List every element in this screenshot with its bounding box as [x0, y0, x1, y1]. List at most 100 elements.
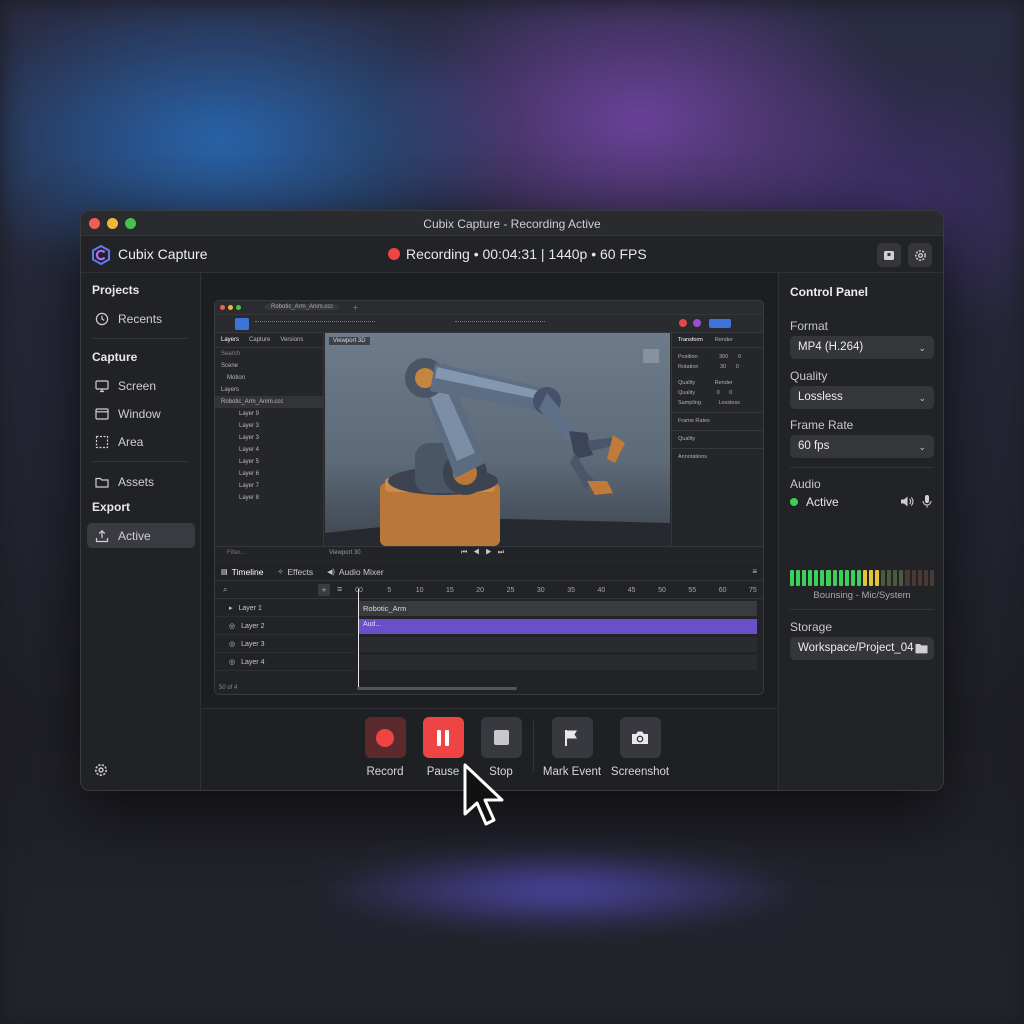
chevron-down-icon: ⌄ — [918, 393, 926, 403]
preview-prop-value: 0 — [737, 354, 741, 360]
screenshot-button[interactable] — [619, 717, 661, 758]
frame-rate-value: 60 fps — [798, 440, 830, 452]
stop-button[interactable] — [480, 717, 522, 758]
preview-new-tab-icon: + — [353, 303, 358, 312]
divider — [92, 461, 188, 462]
frame-rate-select[interactable]: 60 fps ⌄ — [790, 435, 934, 458]
quality-value: Lossless — [798, 391, 843, 403]
sidebar-item-recents[interactable]: Recents — [87, 306, 195, 331]
film-icon: ▤ — [221, 568, 228, 576]
preview-tree-item: Layer 4 — [239, 447, 260, 453]
title-bar: Cubix Capture - Recording Active — [81, 211, 943, 236]
expand-arrow-icon: ▸ — [229, 605, 233, 612]
sidebar-item-assets[interactable]: Assets — [87, 469, 195, 494]
meter-segment — [929, 570, 934, 586]
preview-filter: Filter... — [227, 550, 246, 556]
meter-segment — [862, 570, 868, 586]
preview-search: Search — [221, 351, 241, 357]
sidebar-item-screen[interactable]: Screen — [87, 373, 195, 398]
clock-icon — [95, 312, 109, 325]
meter-segment — [844, 570, 849, 586]
microphone-icon[interactable] — [922, 494, 932, 508]
pause-button[interactable] — [422, 717, 464, 758]
preview-layers-tabs: Layers Capture Versions — [215, 333, 323, 348]
ruler-tick-label: 35 — [567, 587, 575, 594]
save-snapshot-button[interactable] — [877, 243, 901, 267]
tab-label: Effects — [287, 566, 314, 577]
recording-status-text: Recording • 00:04:31 | 1440p • 60 FPS — [406, 246, 647, 262]
audio-level-meter — [790, 570, 934, 586]
preview-properties-panel: Transform Render Position 300 0 Rotation… — [671, 333, 763, 546]
package-icon — [884, 251, 894, 260]
flag-icon — [565, 729, 577, 746]
sidebar-item-window[interactable]: Window — [87, 401, 195, 426]
preview-tree-item: Layer 7 — [239, 483, 260, 489]
audio-active-dot-icon — [790, 498, 798, 506]
meter-segment — [796, 570, 801, 586]
pause-label: Pause — [426, 766, 460, 778]
format-select[interactable]: MP4 (H.264) ⌄ — [790, 336, 934, 359]
ruler-tick-label: 60 — [718, 587, 727, 594]
preview-record-dot — [679, 319, 687, 327]
preview-prop-value: 30 — [720, 364, 727, 370]
quality-select[interactable]: Lossless ⌄ — [790, 386, 934, 409]
divider — [790, 609, 934, 610]
preview-playback-controls-icon: ⏮◀▶⏭ — [461, 549, 511, 556]
capture-heading: Capture — [92, 350, 138, 364]
meter-segment — [802, 570, 807, 586]
ruler-tick-label: 75 — [748, 587, 757, 594]
screenshot-control[interactable]: Screenshot — [610, 717, 670, 778]
speaker-icon[interactable] — [900, 495, 914, 508]
ruler-tick-label: 50 — [658, 587, 666, 594]
sidebar-item-area[interactable]: Area — [87, 429, 195, 454]
recording-status: Recording • 00:04:31 | 1440p • 60 FPS — [388, 246, 647, 262]
divider — [92, 338, 188, 339]
record-button[interactable] — [364, 717, 406, 758]
pause-icon — [437, 729, 449, 746]
preview-tree-item: Layer 6 — [239, 471, 260, 477]
preview-property-row: Position 300 0 — [678, 352, 759, 362]
preview-viewport-footer: Viewport 30 — [329, 550, 361, 556]
preview-tab: Versions — [280, 337, 304, 343]
preview-tree-item: Motion — [227, 375, 246, 381]
preview-tree-item: Layer 5 — [239, 459, 260, 465]
gear-icon[interactable] — [93, 762, 109, 778]
meter-segment — [850, 570, 855, 586]
recording-dot-icon — [388, 248, 400, 260]
preview-status-dot — [693, 319, 701, 327]
ruler-tick-label: 10 — [415, 587, 424, 594]
mark-event-control[interactable]: Mark Event — [542, 717, 602, 778]
record-control[interactable]: Record — [355, 717, 415, 778]
preview-select-tool-icon — [235, 318, 249, 330]
preview-property-row: Rotation 30 0 — [678, 362, 759, 372]
preview-tree-item: Layers — [221, 387, 240, 393]
sidebar-item-active[interactable]: Active — [87, 523, 195, 548]
ruler-tick-label: 25 — [506, 587, 515, 594]
area-selection-icon — [95, 435, 109, 448]
storage-path-field[interactable]: Workspace/Project_04 — [790, 637, 934, 660]
ruler-tick-label: 55 — [688, 587, 697, 594]
folder-icon[interactable] — [915, 643, 928, 654]
control-panel-title: Control Panel — [790, 285, 869, 299]
preview-prop-value: 0 — [735, 364, 739, 370]
preview-minimize-dot — [228, 305, 233, 310]
preview-tab: Render — [714, 337, 733, 343]
preview-prop-label: Quality — [678, 380, 696, 386]
meter-segment — [826, 570, 831, 586]
stop-icon — [493, 730, 509, 745]
mark-event-button[interactable] — [551, 717, 593, 758]
settings-button[interactable] — [908, 243, 932, 267]
timeline-track-empty — [359, 655, 757, 670]
projects-heading: Projects — [92, 283, 140, 297]
export-heading: Export — [92, 500, 131, 514]
control-panel: Control Panel Format MP4 (H.264) ⌄ Quali… — [778, 273, 943, 790]
tab-effects: ✧ Effects — [277, 567, 313, 577]
tab-label: Timeline — [231, 566, 264, 577]
app-name: Cubix Capture — [118, 246, 208, 262]
meter-segment — [790, 570, 795, 586]
playhead — [358, 589, 359, 687]
meter-segment — [881, 570, 886, 586]
meter-segment — [887, 570, 892, 586]
preview-tree-item: Layer 8 — [239, 495, 260, 501]
sidebar: Projects Recents Capture Screen Window A… — [81, 273, 201, 790]
